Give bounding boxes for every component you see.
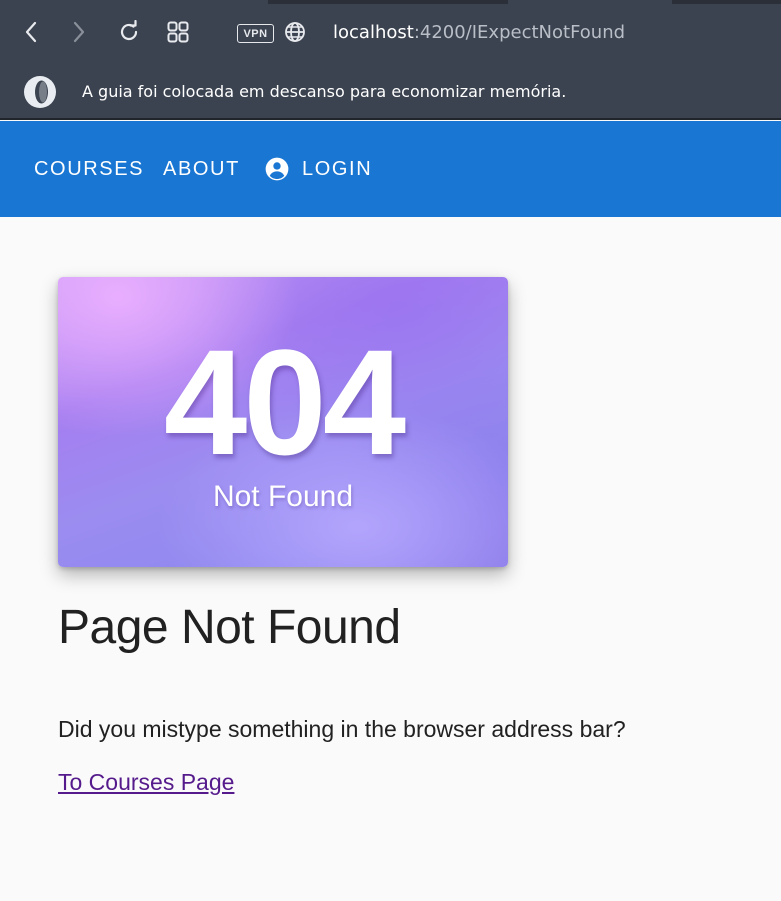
to-courses-link[interactable]: To Courses Page	[58, 767, 234, 797]
error-subtitle: Not Found	[212, 480, 354, 513]
reload-icon	[117, 20, 141, 44]
chevron-right-icon	[71, 20, 87, 44]
globe-icon	[283, 20, 307, 44]
page-title: Page Not Found	[58, 601, 401, 654]
error-code: 404	[163, 318, 406, 486]
not-found-illustration: 404 Not Found	[58, 277, 508, 567]
tabs-overview-button[interactable]	[164, 18, 192, 46]
chevron-left-icon	[23, 20, 39, 44]
tab-grid-icon	[166, 20, 190, 44]
url-host: localhost	[333, 22, 414, 43]
opera-logo-icon	[22, 74, 58, 110]
url-path: :4200/IExpectNotFound	[413, 22, 626, 43]
not-found-message: Did you mistype something in the browser…	[58, 716, 626, 742]
browser-tab[interactable]	[268, 0, 508, 4]
address-field[interactable]: localhost:4200/IExpectNotFound	[333, 20, 625, 46]
notice-message: A guia foi colocada em descanso para eco…	[82, 82, 567, 101]
account-circle-icon	[264, 156, 290, 182]
back-button[interactable]	[17, 18, 45, 46]
nav-about-label: ABOUT	[163, 157, 240, 180]
browser-tab[interactable]	[672, 0, 781, 4]
site-info-button[interactable]	[281, 18, 309, 46]
nav-courses-button[interactable]: COURSES	[34, 155, 144, 183]
login-label: LOGIN	[302, 157, 373, 180]
forward-button[interactable]	[65, 18, 93, 46]
tab-sleep-notice-bar: A guia foi colocada em descanso para eco…	[0, 66, 781, 120]
nav-about-button[interactable]: ABOUT	[163, 155, 240, 183]
reload-button[interactable]	[115, 18, 143, 46]
login-button[interactable]: LOGIN	[264, 155, 372, 183]
vpn-badge[interactable]: VPN	[237, 24, 274, 43]
app-toolbar: COURSES ABOUT LOGIN	[0, 121, 781, 217]
browser-address-bar: VPN localhost:4200/IExpectNotFound	[0, 0, 781, 66]
nav-courses-label: COURSES	[34, 157, 145, 180]
